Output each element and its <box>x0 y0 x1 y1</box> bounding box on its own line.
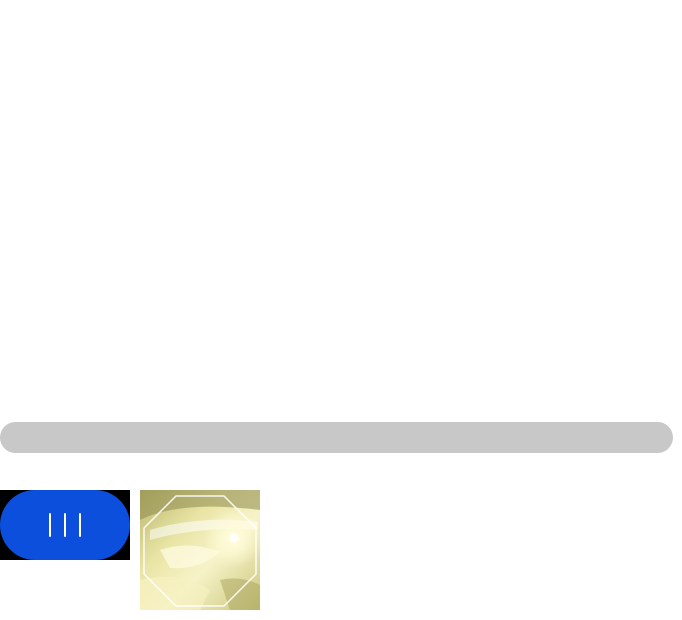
bars-button[interactable] <box>0 490 130 560</box>
thumbnail-image <box>140 490 260 610</box>
bar-3 <box>79 513 81 537</box>
image-thumbnail[interactable] <box>140 490 260 610</box>
app-root <box>0 0 682 620</box>
progress-bar[interactable] <box>0 422 673 453</box>
bar-2 <box>64 513 66 537</box>
bar-1 <box>49 513 51 537</box>
three-vertical-bars-icon <box>49 513 81 537</box>
control-button-backdrop <box>0 490 130 560</box>
